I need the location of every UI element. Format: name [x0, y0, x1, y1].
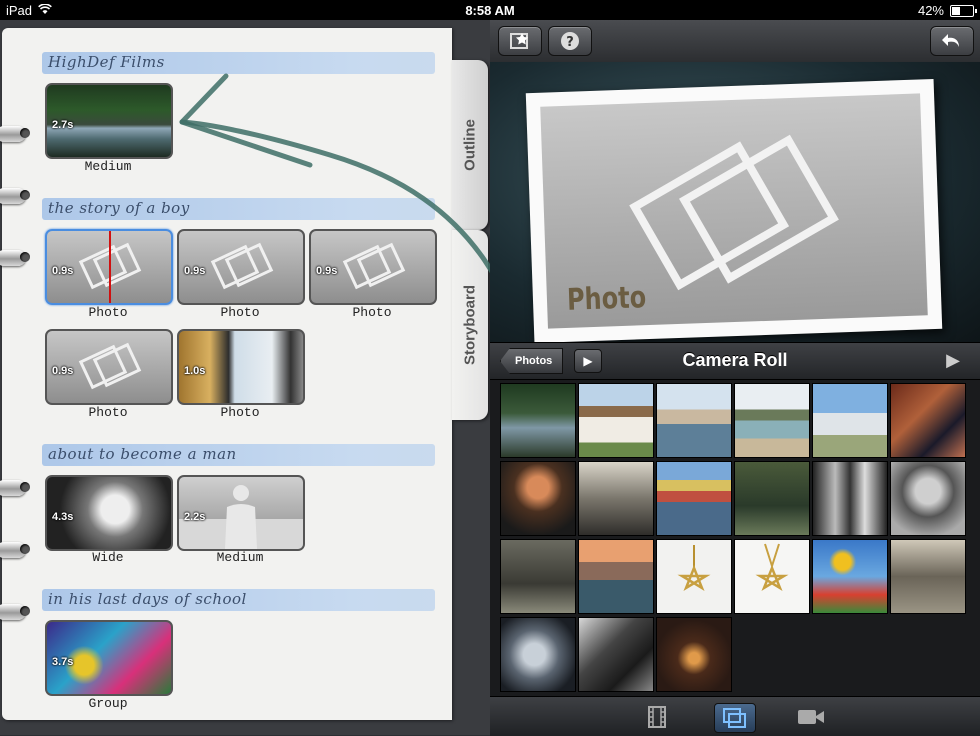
- photo-thumbnail[interactable]: [812, 539, 888, 614]
- shot-duration: 0.9s: [184, 265, 206, 277]
- svg-text:?: ?: [566, 35, 574, 50]
- undo-button[interactable]: [930, 26, 974, 56]
- photo-preview[interactable]: Photo: [490, 62, 980, 344]
- shot-duration: 4.3s: [52, 511, 74, 523]
- preview-photo-card: Photo: [525, 78, 943, 344]
- shot-label: Photo: [352, 305, 392, 320]
- photo-placeholder-icon: [78, 242, 142, 290]
- photo-thumbnail[interactable]: [656, 461, 732, 536]
- photo-placeholder-icon: [342, 242, 406, 290]
- playhead-marker[interactable]: [109, 231, 111, 303]
- storyboard-page[interactable]: HighDef Films 2.7s Medium the story of a…: [0, 28, 452, 720]
- film-strip-button[interactable]: [637, 703, 677, 731]
- photos-tab-button[interactable]: [714, 703, 756, 733]
- battery-icon: [950, 4, 977, 17]
- photo-placeholder-icon: [78, 342, 142, 390]
- shot-thumbnail[interactable]: 2.7s: [45, 83, 173, 159]
- shot-thumbnail[interactable]: 0.9s: [45, 329, 173, 405]
- shot-thumbnail[interactable]: 2.2s: [177, 475, 305, 551]
- photo-thumbnail[interactable]: [578, 539, 654, 614]
- photo-thumbnail[interactable]: [500, 461, 576, 536]
- shot-thumbnail[interactable]: 4.3s: [45, 475, 173, 551]
- shot-thumbnail[interactable]: 0.9s: [177, 229, 305, 305]
- shot-thumbnail[interactable]: 1.0s: [177, 329, 305, 405]
- star-pendant-image: [677, 545, 711, 591]
- notebook-tabs: Outline Storyboard: [452, 20, 490, 710]
- status-time: 8:58 AM: [465, 3, 515, 18]
- battery-percent: 42%: [917, 3, 944, 18]
- binder-ring: [0, 250, 30, 266]
- shot-duration: 0.9s: [52, 365, 74, 377]
- photo-thumbnail[interactable]: [656, 383, 732, 458]
- binder-ring: [0, 604, 30, 620]
- media-panel: ? Photo Photos ▶ Camera Roll ▶: [490, 20, 980, 736]
- clip-star-button[interactable]: [498, 26, 542, 56]
- shot-label: Wide: [92, 550, 124, 565]
- binder-ring: [0, 480, 30, 496]
- shot-thumbnail-selected[interactable]: 0.9s: [45, 229, 173, 305]
- film-strip-icon: [648, 706, 666, 728]
- shot-label: Photo: [88, 305, 128, 320]
- photo-thumbnail[interactable]: [500, 383, 576, 458]
- media-browser-bar: Photos ▶ Camera Roll ▶: [490, 342, 980, 380]
- photo-thumbnail[interactable]: [500, 539, 576, 614]
- shot-label: Photo: [88, 405, 128, 420]
- clip-star-icon: [510, 33, 528, 49]
- binder-ring: [0, 126, 30, 142]
- video-camera-icon: [798, 710, 824, 724]
- shot-label: Medium: [216, 550, 264, 565]
- photo-thumbnail[interactable]: [734, 539, 810, 614]
- photo-placeholder-icon: [210, 242, 274, 290]
- preview-label: Photo: [566, 280, 647, 318]
- photo-thumbnail[interactable]: [500, 617, 576, 692]
- help-button[interactable]: ?: [548, 26, 592, 56]
- shot-label: Photo: [220, 305, 260, 320]
- binder-ring: [0, 542, 30, 558]
- scene-title[interactable]: in his last days of school: [42, 589, 435, 611]
- photo-thumbnail[interactable]: [812, 383, 888, 458]
- bottom-tab-bar: [490, 696, 980, 736]
- binder-ring: [0, 188, 30, 204]
- shot-duration: 3.7s: [52, 656, 74, 668]
- photo-thumbnail[interactable]: [812, 461, 888, 536]
- photo-thumbnail[interactable]: [578, 461, 654, 536]
- shot-duration: 2.7s: [52, 119, 74, 131]
- video-camera-button[interactable]: [791, 703, 831, 731]
- shot-duration: 0.9s: [316, 265, 338, 277]
- photo-placeholder-icon: [629, 134, 839, 291]
- photo-thumbnail[interactable]: [890, 383, 966, 458]
- help-icon: ?: [561, 32, 579, 50]
- undo-icon: [942, 34, 959, 47]
- star-pendant-image: [755, 543, 789, 591]
- top-toolbar: ?: [490, 20, 980, 63]
- shot-thumbnail[interactable]: 0.9s: [309, 229, 437, 305]
- album-title: Camera Roll: [682, 350, 788, 370]
- scene-title[interactable]: about to become a man: [42, 444, 435, 466]
- photo-thumbnail[interactable]: [890, 539, 966, 614]
- photo-thumbnail[interactable]: [578, 617, 654, 692]
- photos-icon: [723, 708, 746, 728]
- photo-thumbnail[interactable]: [734, 383, 810, 458]
- tab-outline[interactable]: Outline: [452, 60, 488, 230]
- scene-title[interactable]: the story of a boy: [42, 198, 435, 220]
- tab-storyboard[interactable]: Storyboard: [452, 230, 488, 420]
- scene-title[interactable]: HighDef Films: [42, 52, 435, 74]
- shot-duration: 0.9s: [52, 265, 74, 277]
- shot-duration: 2.2s: [184, 511, 206, 523]
- photo-thumbnail[interactable]: [734, 461, 810, 536]
- photo-thumbnail[interactable]: [578, 383, 654, 458]
- shot-label: Medium: [84, 159, 132, 174]
- photo-thumbnail[interactable]: [656, 539, 732, 614]
- camera-roll-grid: [498, 382, 976, 692]
- photo-thumbnail[interactable]: [890, 461, 966, 536]
- status-bar: iPad 8:58 AM 42%: [0, 0, 980, 20]
- shot-label: Photo: [220, 405, 260, 420]
- shot-duration: 1.0s: [184, 365, 206, 377]
- storyboard-panel: HighDef Films 2.7s Medium the story of a…: [0, 20, 490, 735]
- shot-thumbnail[interactable]: 3.7s: [45, 620, 173, 696]
- shot-label: Group: [88, 696, 128, 711]
- next-arrow-icon[interactable]: ▶: [946, 350, 960, 371]
- photo-thumbnail[interactable]: [656, 617, 732, 692]
